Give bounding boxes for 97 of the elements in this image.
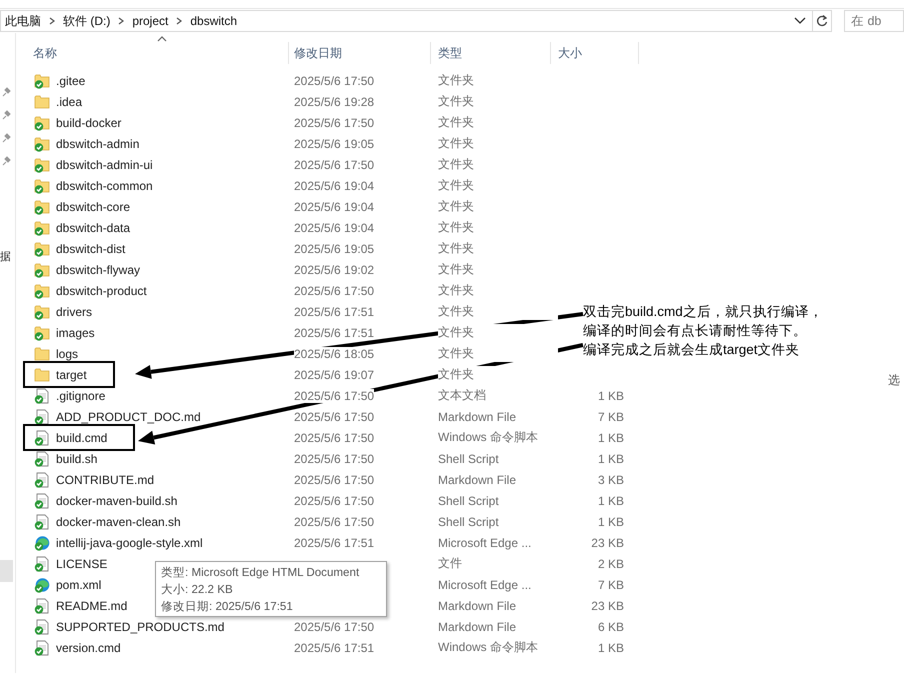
file-name[interactable]: SUPPORTED_PRODUCTS.md (56, 620, 224, 634)
size-cell: 23 KB (591, 598, 624, 612)
date-cell: 2025/5/6 17:50 (294, 410, 374, 424)
date-cell: 2025/5/6 17:50 (294, 430, 374, 444)
file-name[interactable]: README.md (56, 598, 128, 612)
refresh-icon (816, 14, 828, 28)
file-name[interactable]: build.cmd (56, 430, 108, 444)
date-cell: 2025/5/6 17:50 (294, 472, 374, 486)
date-cell: 2025/5/6 19:05 (294, 136, 374, 150)
file-name[interactable]: dbswitch-flyway (56, 262, 140, 276)
type-cell: 文件夹 (438, 303, 558, 320)
annotation-text: 双击完build.cmd之后，就只执行编译， (583, 303, 823, 321)
file-name[interactable]: .gitee (56, 74, 86, 88)
column-header[interactable]: 修改日期 (289, 42, 431, 64)
file-name[interactable]: docker-maven-clean.sh (56, 514, 181, 528)
file-name[interactable]: drivers (56, 304, 92, 318)
type-cell: 文件夹 (438, 345, 558, 362)
file-name[interactable]: LICENSE (56, 556, 108, 570)
date-cell: 2025/5/6 18:05 (294, 346, 374, 360)
column-header[interactable]: 名称 (33, 42, 289, 64)
file-name[interactable]: dbswitch-common (56, 178, 153, 192)
column-header[interactable]: 大小 (551, 42, 639, 64)
size-cell: 1 KB (598, 452, 624, 466)
file-name[interactable]: version.cmd (56, 640, 121, 654)
size-cell: 1 KB (598, 514, 624, 528)
date-cell: 2025/5/6 17:50 (294, 158, 374, 172)
date-cell: 2025/5/6 17:50 (294, 452, 374, 466)
size-cell: 3 KB (598, 472, 624, 486)
search-field[interactable]: 在 db (844, 10, 904, 32)
column-header[interactable]: 类型 (431, 42, 551, 64)
date-cell: 2025/5/6 17:51 (294, 640, 374, 654)
tooltip-text: 类型: Microsoft Edge HTML Document (161, 565, 360, 581)
chevron-icon (48, 16, 56, 26)
size-cell: 23 KB (591, 536, 624, 550)
date-cell: 2025/5/6 17:50 (294, 116, 374, 130)
date-cell: 2025/5/6 17:50 (294, 284, 374, 298)
file-name[interactable]: logs (56, 346, 78, 360)
size-cell: 1 KB (598, 430, 624, 444)
file-name[interactable]: ADD_PRODUCT_DOC.md (56, 410, 201, 424)
date-cell: 2025/5/6 19:07 (294, 368, 374, 382)
file-name[interactable]: docker-maven-build.sh (56, 494, 178, 508)
file-name[interactable]: build-docker (56, 116, 122, 130)
refresh-button[interactable] (812, 10, 832, 32)
date-cell: 2025/5/6 17:50 (294, 74, 374, 88)
date-cell: 2025/5/6 19:04 (294, 200, 374, 214)
file-name[interactable]: build.sh (56, 452, 98, 466)
pin-icon (1, 110, 11, 120)
file-name[interactable]: dbswitch-admin (56, 136, 140, 150)
date-cell: 2025/5/6 19:04 (294, 178, 374, 192)
date-cell: 2025/5/6 17:51 (294, 326, 374, 340)
size-cell: 1 KB (598, 640, 624, 654)
pin-icon (1, 156, 11, 166)
pin-icon (1, 87, 11, 97)
file-name[interactable]: .idea (56, 94, 82, 108)
tooltip-text: 大小: 22.2 KB (161, 582, 234, 598)
tooltip-text: 修改日期: 2025/5/6 17:51 (161, 599, 294, 615)
file-name[interactable]: intellij-java-google-style.xml (56, 536, 203, 550)
chevron-icon (175, 16, 184, 26)
file-name[interactable]: dbswitch-data (56, 220, 130, 234)
address-bar[interactable]: 此电脑 软件 (D:) project dbswitch (0, 10, 813, 32)
date-cell: 2025/5/6 17:50 (294, 514, 374, 528)
annotation-text: 编译的时间会有点长请耐性等待下。 (583, 322, 808, 340)
nav-highlight (0, 560, 13, 582)
date-cell: 2025/5/6 17:51 (294, 536, 374, 550)
file-name[interactable]: pom.xml (56, 578, 102, 592)
file-name[interactable]: dbswitch-product (56, 284, 147, 298)
file-name[interactable]: dbswitch-core (56, 200, 130, 214)
sort-caret-icon (157, 36, 167, 42)
file-name[interactable]: CONTRIBUTE.md (56, 472, 154, 486)
file-name[interactable]: images (56, 326, 95, 340)
breadcrumb-item[interactable]: project (132, 14, 168, 28)
details-pane-text: 选 (888, 372, 900, 389)
dropdown-icon[interactable] (794, 17, 806, 25)
size-cell: 1 KB (598, 388, 624, 402)
breadcrumb-item[interactable]: 软件 (D:) (63, 12, 110, 30)
date-cell: 2025/5/6 19:05 (294, 242, 374, 256)
file-name[interactable]: target (56, 368, 87, 382)
date-cell: 2025/5/6 17:50 (294, 494, 374, 508)
file-name[interactable]: dbswitch-admin-ui (56, 158, 153, 172)
chevron-icon (117, 16, 126, 26)
date-cell: 2025/5/6 17:50 (294, 620, 374, 634)
date-cell: 2025/5/6 17:50 (294, 388, 374, 402)
breadcrumb-item[interactable]: 此电脑 (5, 12, 41, 30)
date-cell: 2025/5/6 19:04 (294, 220, 374, 234)
breadcrumb-item[interactable]: dbswitch (190, 14, 238, 28)
file-name[interactable]: dbswitch-dist (56, 242, 126, 256)
size-cell: 7 KB (598, 578, 624, 592)
size-cell: 7 KB (598, 410, 624, 424)
pin-icon (1, 133, 11, 143)
date-cell: 2025/5/6 19:28 (294, 94, 374, 108)
date-cell: 2025/5/6 17:51 (294, 304, 374, 318)
date-cell: 2025/5/6 19:02 (294, 262, 374, 276)
annotation-text: 编译完成之后就会生成target文件夹 (583, 341, 801, 359)
file-name[interactable]: .gitignore (56, 388, 106, 402)
size-cell: 1 KB (598, 494, 624, 508)
size-cell: 6 KB (598, 620, 624, 634)
size-cell: 2 KB (598, 556, 624, 570)
